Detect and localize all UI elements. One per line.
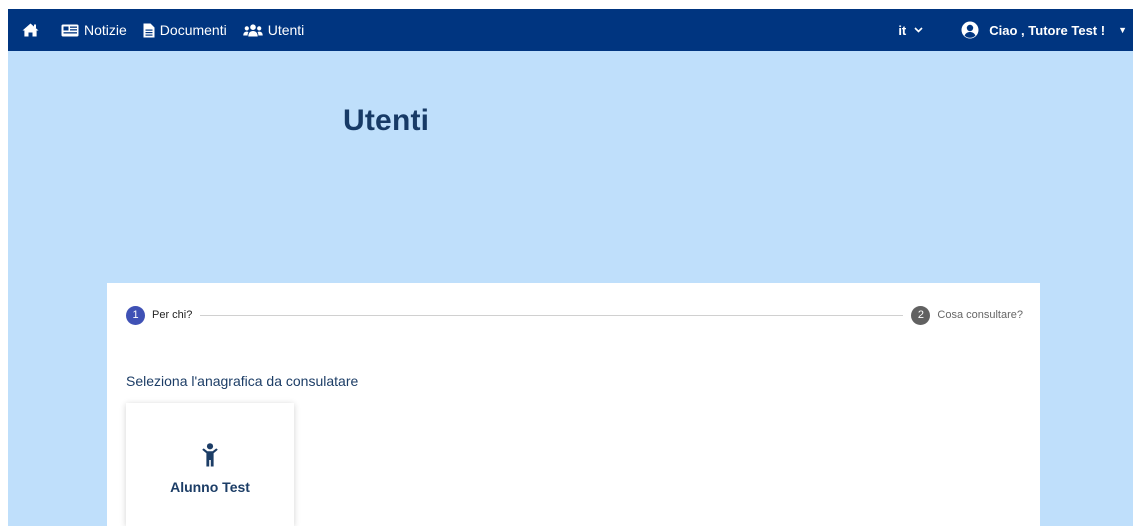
content-panel: 1 Per chi? 2 Cosa consultare? Seleziona … [107,283,1040,526]
step-connector [200,314,904,316]
home-link[interactable] [8,9,53,51]
user-greeting: Ciao , Tutore Test ! [989,22,1106,38]
users-icon [243,23,263,36]
student-name: Alunno Test [170,479,250,495]
nav-right: it Ciao , Tutore Test ! ▼ [898,9,1133,51]
file-icon [143,23,155,37]
step-number: 1 [126,305,145,325]
nav-item-notizie[interactable]: Notizie [53,9,135,51]
home-icon [22,23,39,37]
user-menu[interactable]: Ciao , Tutore Test ! ▼ [961,21,1127,39]
step-per-chi[interactable]: 1 Per chi? [126,305,193,325]
page-title: Utenti [343,104,430,137]
language-label: it [898,22,907,38]
step-label: Cosa consultare? [937,309,1023,321]
selection-label: Seleziona l'anagrafica da consulatare [126,373,359,389]
language-selector[interactable]: it [898,23,923,38]
step-cosa-consultare[interactable]: 2 Cosa consultare? [911,305,1023,325]
chevron-down-icon [914,27,923,33]
nav-item-label: Documenti [159,22,227,38]
caret-down-icon: ▼ [1118,25,1127,35]
newspaper-icon [61,24,79,36]
student-card[interactable]: Alunno Test [126,403,294,526]
user-circle-icon [961,21,979,39]
nav-item-documenti[interactable]: Documenti [135,9,235,51]
nav-item-utenti[interactable]: Utenti [235,9,313,51]
step-label: Per chi? [152,309,193,321]
step-number: 2 [911,305,931,325]
top-navbar: Notizie Documenti Utenti it Ciao , Tutor… [8,9,1133,51]
nav-item-label: Notizie [84,22,127,38]
stepper: 1 Per chi? 2 Cosa consultare? [126,305,1023,325]
nav-menu: Notizie Documenti Utenti [8,9,312,51]
child-icon [202,443,218,467]
nav-item-label: Utenti [267,22,305,38]
